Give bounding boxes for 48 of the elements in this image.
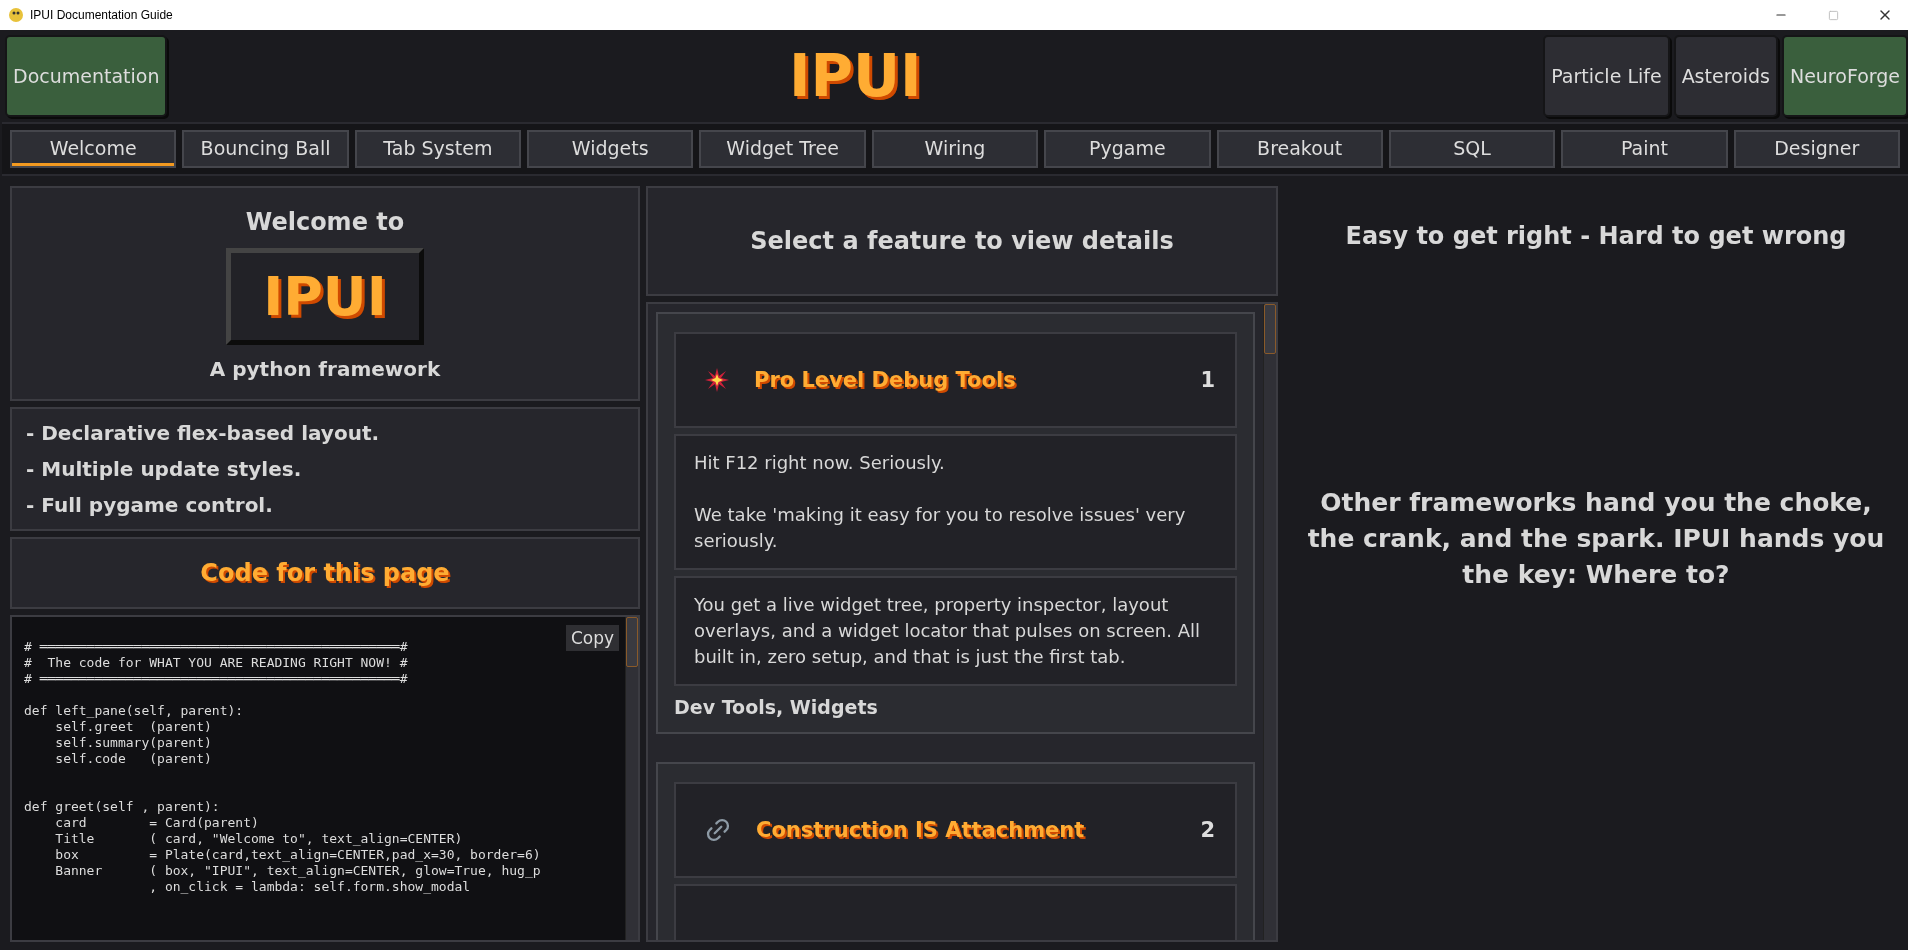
maximize-icon[interactable]	[1827, 9, 1839, 21]
feature-title: Pro Level Debug Tools	[754, 368, 1017, 392]
tab[interactable]: Widgets	[527, 130, 694, 168]
feature-header[interactable]: Pro Level Debug Tools 1	[674, 332, 1237, 428]
pane-heading: Easy to get right - Hard to get wrong	[1345, 222, 1847, 250]
tab[interactable]: SQL	[1388, 130, 1556, 168]
tagline-text: Other frameworks hand you the choke, the crank, and the spark. IPUI hands you the key: Where to?	[1306, 487, 1886, 591]
summary-line: - Full pygame control.	[26, 493, 274, 517]
pane-heading: Select a feature to view details	[750, 227, 1174, 255]
tab[interactable]: Designer	[1733, 130, 1900, 168]
summary-line: - Multiple update styles.	[26, 457, 303, 481]
banner-plate[interactable]: IPUI	[226, 248, 424, 345]
copy-button[interactable]: Copy	[565, 625, 619, 651]
feature-description: You get a live widget tree, property inspector, layout overlays, and a widget locator that pulses on screen. All built in, zero setup, and that is just the first tab.	[674, 576, 1237, 686]
feature-number: 2	[1200, 818, 1215, 842]
scroll-thumb[interactable]	[626, 617, 638, 667]
nav-button[interactable]: Particle Life	[1543, 35, 1670, 117]
burst-icon	[704, 367, 730, 393]
nav-button[interactable]: Documentation	[5, 35, 168, 117]
scroll-thumb[interactable]	[1264, 304, 1276, 354]
tab[interactable]: Pygame	[1044, 130, 1211, 168]
code-text: # ══════════════════════════════════════════════# # The code for WHAT YOU ARE READING RIGHT NOW! # # ══════════════════════════════════════════════# def left_pane(self, parent): self.greet (parent) self.summary(parent) self.code (parent) def greet(self , parent): card = Card(parent) Title ( card, "Welcome to", text_align=CENTER) box = Plate(card,text_align=CENTER,pad_x=30, border=6) Banner ( box, "IPUI", text_align=CENTER, glow=True, hug_p , on_click = lambda: self.form.show_modal	[24, 639, 541, 895]
scrollbar[interactable]	[1263, 304, 1276, 940]
tab[interactable]: Welcome	[10, 130, 177, 168]
app-title: IPUI	[788, 42, 922, 110]
tab[interactable]: Paint	[1561, 130, 1728, 168]
feature-title: Construction IS Attachment	[756, 818, 1086, 842]
feature-tags: Dev Tools, Widgets	[674, 696, 1237, 718]
scrollbar[interactable]	[625, 617, 638, 940]
banner-text: IPUI	[263, 265, 387, 328]
nav-button[interactable]: Asteroids	[1673, 35, 1778, 117]
code-title: Code for this page	[200, 559, 450, 587]
feature-description: Hit F12 right now. Seriously. We take 'making it easy for you to resolve issues' very seriously.	[674, 434, 1237, 570]
summary-line: - Declarative flex-based layout.	[26, 421, 381, 445]
app-icon	[8, 7, 24, 23]
greeting-title: Welcome to	[245, 208, 405, 236]
tab[interactable]: Bouncing Ball	[182, 130, 349, 168]
tab[interactable]: Breakout	[1216, 130, 1383, 168]
window-title: IPUI Documentation Guide	[30, 8, 174, 22]
greeting-subtitle: A python framework	[209, 357, 441, 381]
feature-number: 1	[1200, 368, 1215, 392]
nav-button[interactable]: NeuroForge	[1781, 35, 1908, 117]
feature-card[interactable]	[656, 312, 1255, 734]
feature-header[interactable]: Construction IS Attachment 2	[674, 782, 1237, 878]
feature-card[interactable]: Construction IS Attachment 2	[656, 762, 1255, 940]
tab[interactable]: Widget Tree	[699, 130, 866, 168]
tab[interactable]: Tab System	[354, 130, 522, 168]
tab[interactable]: Wiring	[871, 130, 1039, 168]
